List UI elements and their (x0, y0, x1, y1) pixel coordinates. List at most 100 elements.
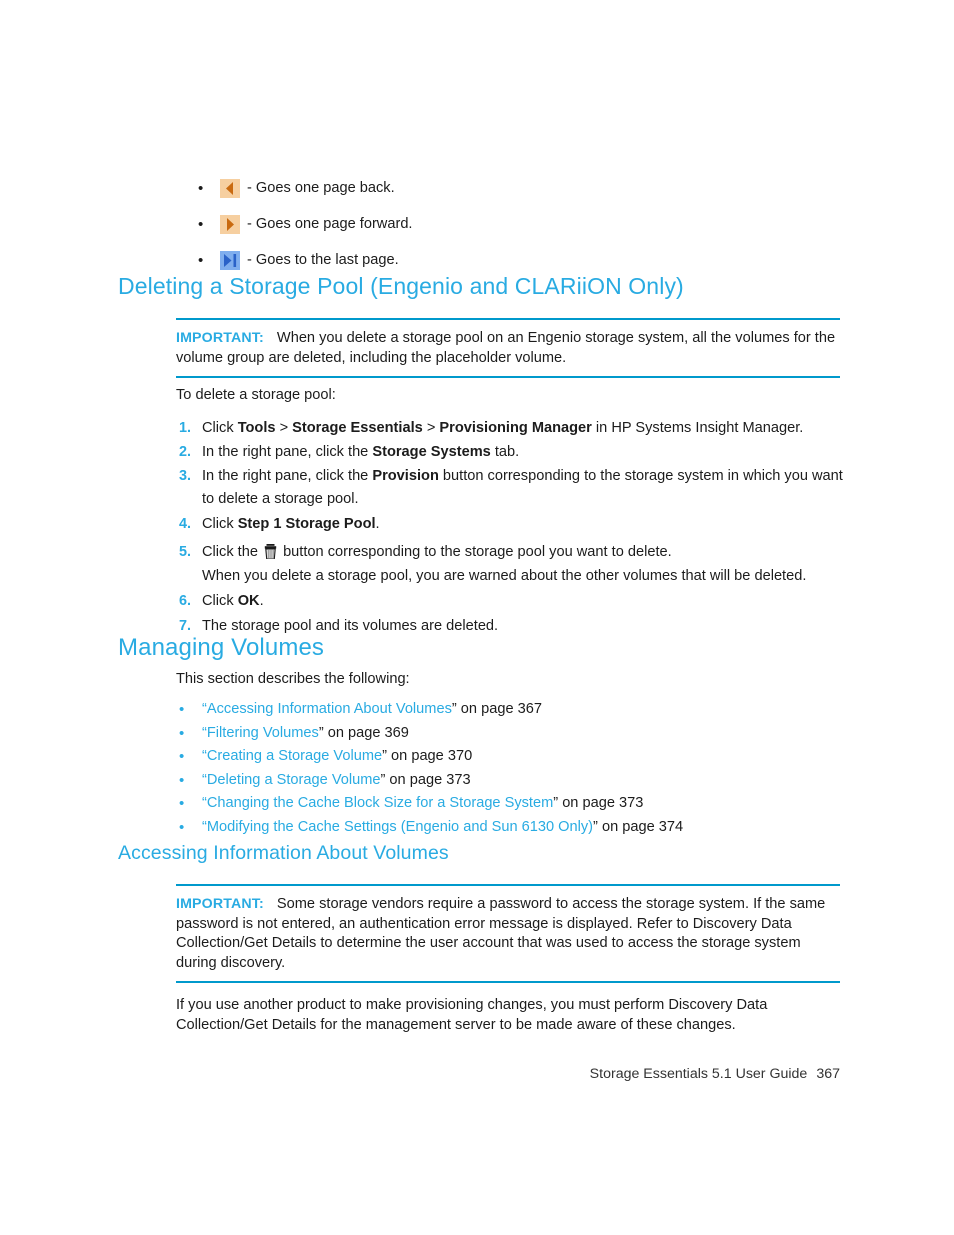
list-item: • “Modifying the Cache Settings (Engenio… (176, 816, 856, 840)
list-item: • - Goes one page back. (196, 170, 816, 206)
document-page: • - Goes one page back. • - Goes one pag… (0, 0, 954, 1235)
list-item: 6. Click OK. (176, 590, 856, 613)
step-text-pre: Click (202, 516, 238, 532)
icon-caption: - Goes one page forward. (247, 216, 413, 232)
step-text: Click OK. (202, 590, 856, 613)
step-text-post: . (375, 516, 380, 532)
step-text: Click the button corresponding to the st… (202, 541, 856, 564)
note-text: Some storage vendors require a password … (176, 896, 826, 971)
xref-entry: “Modifying the Cache Settings (Engenio a… (202, 816, 856, 840)
link-deleting-a-storage-volume[interactable]: Deleting a Storage Volume (207, 772, 381, 788)
step-number: 5. (179, 544, 192, 560)
step-1-storage-pool-label: Step 1 Storage Pool (237, 516, 376, 532)
important-note-engenio: IMPORTANT: When you delete a storage poo… (176, 318, 840, 378)
step-text-post: tab. (490, 444, 520, 460)
heading-deleting-storage-pool: Deleting a Storage Pool (Engenio and CLA… (118, 273, 684, 299)
page-ref: on page 367 (456, 701, 542, 717)
step-text-post: in HP Systems Insight Manager. (591, 420, 804, 436)
menu-provisioning-manager: Provisioning Manager (439, 420, 592, 436)
note-text: When you delete a storage pool on an Eng… (176, 330, 836, 366)
step-text-pre: Click the (202, 544, 263, 560)
menu-tools: Tools (237, 420, 276, 436)
step-text: Click Step 1 Storage Pool. (202, 513, 856, 536)
xref-entry: “Accessing Information About Volumes” on… (202, 698, 856, 722)
heading-managing-volumes: Managing Volumes (118, 634, 325, 661)
link-modifying-the-cache-settings[interactable]: Modifying the Cache Settings (Engenio an… (207, 819, 593, 835)
list-item: • “Deleting a Storage Volume” on page 37… (176, 769, 856, 793)
bullet-marker: • (198, 215, 204, 233)
bullet-marker: • (179, 724, 185, 742)
important-note-password: IMPORTANT: Some storage vendors require … (176, 884, 840, 983)
step-number: 1. (179, 420, 192, 436)
list-item: • “Filtering Volumes” on page 369 (176, 722, 856, 746)
tab-storage-systems: Storage Systems (372, 444, 491, 460)
step-text-pre: In the right pane, click the (202, 468, 373, 484)
step-text-pre: Click (202, 593, 238, 609)
xref-entry: “Filtering Volumes” on page 369 (202, 722, 856, 746)
managing-volumes-xref-list: • “Accessing Information About Volumes” … (176, 698, 856, 839)
step-text: In the right pane, click the Provision b… (202, 465, 856, 511)
page-ref: on page 374 (597, 818, 684, 835)
step-text-pre: Click (202, 420, 238, 436)
bullet-marker: • (179, 795, 185, 812)
note-label: IMPORTANT: (176, 896, 264, 912)
bullet-marker: • (179, 748, 185, 765)
note-paragraph: IMPORTANT: When you delete a storage poo… (176, 329, 840, 368)
navigation-icon-legend-list: • - Goes one page back. • - Goes one pag… (196, 170, 816, 278)
managing-volumes-intro-paragraph: This section describes the following: (176, 671, 410, 687)
last-page-arrow-icon (220, 250, 240, 270)
icon-caption: - Goes one page back. (247, 180, 395, 196)
link-changing-the-cache-block-size[interactable]: Changing the Cache Block Size for a Stor… (207, 795, 553, 811)
step-text-post: . (259, 593, 264, 609)
step-number: 6. (179, 593, 192, 609)
page-ref: on page 369 (323, 724, 409, 741)
footer-guide-title: Storage Essentials 5.1 User Guide (589, 1066, 808, 1082)
step-text: In the right pane, click the Storage Sys… (202, 441, 856, 464)
list-item: • “Changing the Cache Block Size for a S… (176, 792, 856, 816)
link-filtering-volumes[interactable]: Filtering Volumes (207, 725, 319, 741)
step-number: 2. (179, 444, 192, 460)
delete-pool-intro-paragraph: To delete a storage pool: (176, 387, 336, 403)
step-text: Click Tools > Storage Essentials > Provi… (202, 417, 856, 440)
heading-accessing-information-about-volumes: Accessing Information About Volumes (118, 842, 449, 864)
link-accessing-information-about-volumes[interactable]: Accessing Information About Volumes (207, 701, 452, 717)
list-item: 4. Click Step 1 Storage Pool. (176, 513, 856, 536)
page-footer: Storage Essentials 5.1 User Guide 367 (590, 1066, 840, 1082)
xref-entry: “Changing the Cache Block Size for a Sto… (202, 792, 856, 816)
next-page-arrow-icon (220, 214, 240, 234)
xref-entry: “Deleting a Storage Volume” on page 373 (202, 769, 856, 793)
bullet-marker: • (198, 251, 204, 269)
delete-storage-pool-steps-list: 1. Click Tools > Storage Essentials > Pr… (176, 417, 856, 639)
previous-page-arrow-icon (220, 178, 240, 198)
step-number: 4. (179, 516, 192, 532)
bullet-marker: • (179, 818, 185, 836)
menu-storage-essentials: Storage Essentials (292, 420, 423, 436)
discovery-data-collection-paragraph: If you use another product to make provi… (176, 997, 768, 1033)
list-item: • “Creating a Storage Volume” on page 37… (176, 745, 856, 769)
bullet-marker: • (198, 179, 204, 197)
list-item: • “Accessing Information About Volumes” … (176, 698, 856, 722)
bullet-marker: • (179, 701, 185, 718)
separator: > (422, 420, 440, 436)
note-paragraph: IMPORTANT: Some storage vendors require … (176, 895, 840, 973)
list-item: 3. In the right pane, click the Provisio… (176, 465, 856, 511)
list-item: 5. Click the button corresponding to the… (176, 541, 856, 564)
step-text-post: button corresponding to the storage pool… (279, 544, 672, 560)
step-text-pre: In the right pane, click the (202, 444, 373, 460)
page-ref: on page 370 (386, 748, 473, 764)
list-item: 2. In the right pane, click the Storage … (176, 441, 856, 464)
provision-button-name: Provision (372, 468, 439, 484)
step-number: 3. (179, 468, 192, 484)
bullet-marker: • (179, 771, 185, 789)
note-label: IMPORTANT: (176, 330, 264, 346)
list-item: • - Goes one page forward. (196, 206, 816, 242)
list-item: 1. Click Tools > Storage Essentials > Pr… (176, 417, 856, 440)
step-5-followup-text: When you delete a storage pool, you are … (202, 568, 807, 584)
ok-button-label: OK (237, 593, 260, 609)
link-creating-a-storage-volume[interactable]: Creating a Storage Volume (207, 748, 382, 764)
separator: > (275, 420, 293, 436)
trash-can-icon (264, 544, 277, 559)
footer-page-number: 367 (816, 1066, 840, 1082)
page-ref: on page 373 (385, 771, 471, 788)
xref-entry: “Creating a Storage Volume” on page 370 (202, 745, 856, 769)
